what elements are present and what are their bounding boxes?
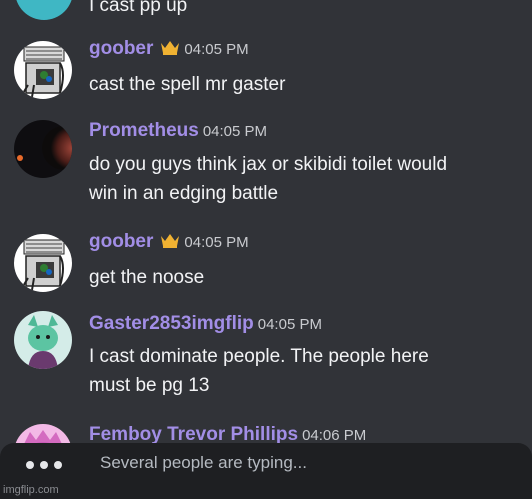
typing-indicator-bar: Several people are typing... [0,443,532,499]
message-line: do you guys think jax or skibidi toilet … [89,154,448,175]
message-line: must be pg 13 [89,375,210,396]
timestamp: 04:05 PM [257,316,322,333]
crown-icon [160,233,180,248]
timestamp: 04:06 PM [302,427,367,444]
typing-dots-icon [26,461,62,469]
username[interactable]: Prometheus [89,120,199,142]
gaster-avatar-icon [14,311,72,369]
crown-icon [160,40,180,55]
timestamp: 04:05 PM [184,41,249,58]
avatar[interactable] [14,234,72,292]
avatar[interactable] [14,120,72,178]
previous-user-avatar[interactable] [15,0,73,20]
message-line: I cast dominate people. The people here [89,346,429,367]
message-text: do you guys think jax or skibidi toilet … [89,150,519,208]
avatar[interactable] [14,311,72,369]
message-header: Gaster2853imgflip 04:05 PM [89,313,322,335]
message-text: get the noose [89,263,519,292]
chat-window: I cast pp up goober 04:05 PM cast the sp… [0,0,532,499]
timestamp: 04:05 PM [184,234,249,251]
prometheus-avatar-icon [14,120,72,178]
message-header: Prometheus 04:05 PM [89,120,267,142]
message-text: I cast dominate people. The people here … [89,342,519,400]
watermark: imgflip.com [3,484,59,496]
timestamp: 04:05 PM [202,123,268,140]
username[interactable]: goober [89,231,153,253]
username[interactable]: Gaster2853imgflip [89,313,254,335]
message-header: goober 04:05 PM [89,231,249,253]
goober-avatar-icon [14,234,72,292]
message-line: cast the spell mr gaster [89,74,286,95]
message-header: goober 04:05 PM [89,38,249,60]
message-text: cast the spell mr gaster [89,70,519,99]
message-line: get the noose [89,267,205,288]
message-line: win in an edging battle [89,183,279,204]
message-text: I cast pp up [89,0,188,16]
avatar[interactable] [14,41,72,99]
typing-indicator-text: Several people are typing... [100,453,307,472]
username[interactable]: goober [89,38,153,60]
goober-avatar-icon [14,41,72,99]
